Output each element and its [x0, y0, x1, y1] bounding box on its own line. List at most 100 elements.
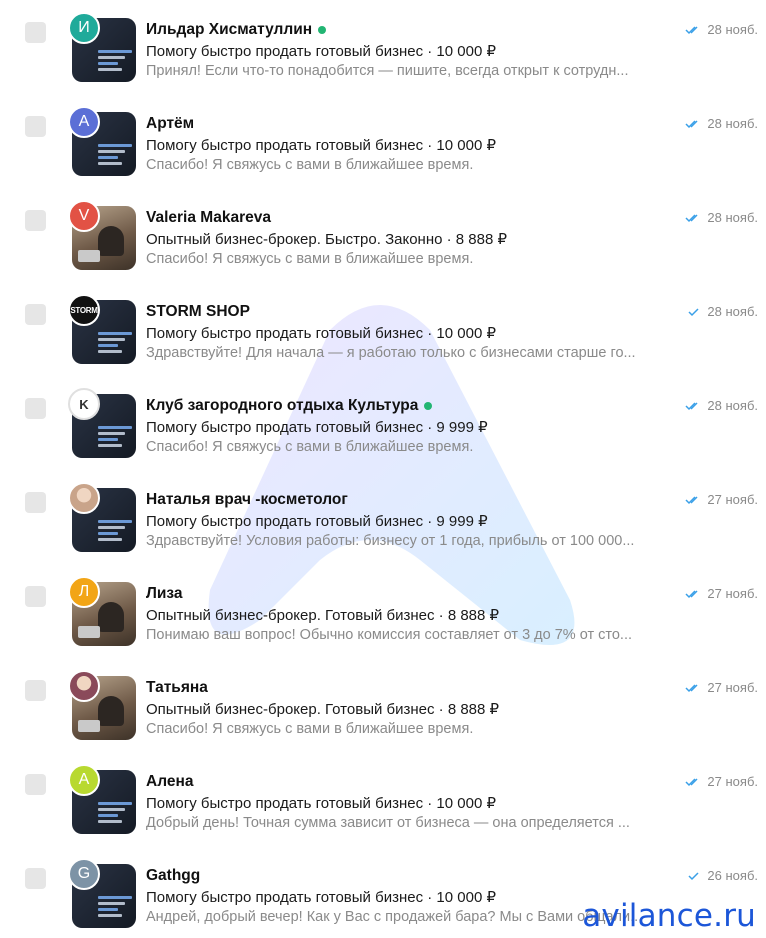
message-meta: 26 нояб. [685, 868, 758, 883]
message-meta: 27 нояб. [685, 680, 758, 695]
message-preview: Понимаю ваш вопрос! Обычно комиссия сост… [146, 627, 633, 643]
message-date: 28 нояб. [707, 398, 758, 413]
chat-row[interactable]: Наталья врач -косметолог Помогу быстро пр… [0, 470, 766, 564]
contact-name-text: STORM SHOP [146, 303, 250, 320]
message-preview: Здравствуйте! Для начала — я работаю тол… [146, 345, 636, 361]
avatar[interactable] [68, 670, 100, 702]
message-meta: 28 нояб. [685, 22, 758, 37]
contact-name-text: Ильдар Хисматуллин [146, 21, 313, 38]
listing-subject: Помогу быстро продать готовый бизнес · 1… [146, 43, 496, 60]
watermark-text: avilance.ru [582, 898, 756, 934]
contact-name-text: Артём [146, 115, 195, 132]
listing-subject: Помогу быстро продать готовый бизнес · 1… [146, 137, 496, 154]
contact-name[interactable]: Ильдар Хисматуллин [146, 21, 327, 39]
online-indicator [424, 402, 433, 410]
chat-row[interactable]: А Артём Помогу быстро продать готовый бизн… [0, 94, 766, 188]
chat-row[interactable]: K Клуб загородного отдыха Культура Помогу … [0, 376, 766, 470]
double-check-icon [685, 401, 698, 410]
chat-row[interactable]: STORM STORM SHOP Помогу быстро продать гот… [0, 282, 766, 376]
chat-row[interactable]: И Ильдар Хисматуллин Помогу быстро продать… [0, 0, 766, 94]
contact-name[interactable]: Valeria Makareva [146, 209, 271, 227]
message-meta: 28 нояб. [685, 210, 758, 225]
listing-subject: Помогу быстро продать готовый бизнес · 1… [146, 325, 496, 342]
check-icon [688, 307, 699, 316]
contact-name-text: Наталья врач -косметолог [146, 491, 348, 508]
select-checkbox[interactable] [25, 398, 46, 419]
avatar[interactable]: STORM [68, 294, 100, 326]
contact-name[interactable]: Артём [146, 115, 194, 133]
double-check-icon [685, 683, 698, 692]
avatar[interactable]: И [68, 12, 100, 44]
contact-name[interactable]: Наталья врач -косметолог [146, 491, 348, 509]
select-checkbox[interactable] [25, 22, 46, 43]
select-checkbox[interactable] [25, 304, 46, 325]
message-meta: 28 нояб. [685, 116, 758, 131]
chat-row[interactable]: V Valeria Makareva Опытный бизнес-брокер. … [0, 188, 766, 282]
contact-name-text: Gathgg [146, 867, 201, 884]
check-icon [688, 871, 699, 880]
listing-subject: Опытный бизнес-брокер. Готовый бизнес · … [146, 701, 500, 718]
message-meta: 27 нояб. [685, 492, 758, 507]
select-checkbox[interactable] [25, 210, 46, 231]
select-checkbox[interactable] [25, 492, 46, 513]
message-meta: 28 нояб. [685, 398, 758, 413]
message-preview: Принял! Если что-то понадобится — пишите… [146, 63, 629, 79]
message-date: 27 нояб. [707, 586, 758, 601]
message-preview: Спасибо! Я свяжусь с вами в ближайшее вр… [146, 157, 474, 173]
double-check-icon [685, 495, 698, 504]
contact-name-text: Лиза [146, 585, 183, 602]
contact-name[interactable]: Клуб загородного отдыха Культура [146, 397, 433, 415]
online-indicator [318, 26, 327, 34]
avatar[interactable]: K [68, 388, 100, 420]
listing-subject: Помогу быстро продать готовый бизнес · 1… [146, 889, 496, 906]
chat-row[interactable]: Татьяна Опытный бизнес-брокер. Готовый би… [0, 658, 766, 752]
message-date: 27 нояб. [707, 774, 758, 789]
contact-name[interactable]: STORM SHOP [146, 303, 250, 321]
select-checkbox[interactable] [25, 774, 46, 795]
contact-name[interactable]: Gathgg [146, 867, 200, 885]
double-check-icon [685, 589, 698, 598]
select-checkbox[interactable] [25, 868, 46, 889]
double-check-icon [685, 25, 698, 34]
avatar[interactable]: Л [68, 576, 100, 608]
message-preview: Добрый день! Точная сумма зависит от биз… [146, 815, 630, 831]
message-meta: 27 нояб. [685, 586, 758, 601]
message-preview: Здравствуйте! Условия работы: бизнесу от… [146, 533, 635, 549]
listing-subject: Помогу быстро продать готовый бизнес · 9… [146, 513, 488, 530]
message-date: 28 нояб. [707, 210, 758, 225]
listing-subject: Помогу быстро продать готовый бизнес · 9… [146, 419, 488, 436]
message-preview: Спасибо! Я свяжусь с вами в ближайшее вр… [146, 251, 474, 267]
select-checkbox[interactable] [25, 586, 46, 607]
contact-name[interactable]: Лиза [146, 585, 183, 603]
select-checkbox[interactable] [25, 680, 46, 701]
message-preview: Спасибо! Я свяжусь с вами в ближайшее вр… [146, 721, 474, 737]
listing-subject: Опытный бизнес-брокер. Быстро. Законно ·… [146, 231, 508, 248]
double-check-icon [685, 213, 698, 222]
contact-name[interactable]: Татьяна [146, 679, 208, 697]
contact-name-text: Клуб загородного отдыха Культура [146, 397, 419, 414]
contact-name-text: Татьяна [146, 679, 208, 696]
message-meta: 28 нояб. [685, 304, 758, 319]
chat-row[interactable]: А Алена Помогу быстро продать готовый бизн… [0, 752, 766, 846]
message-preview: Спасибо! Я свяжусь с вами в ближайшее вр… [146, 439, 474, 455]
message-date: 26 нояб. [707, 868, 758, 883]
avatar[interactable] [68, 482, 100, 514]
contact-name-text: Алена [146, 773, 194, 790]
message-date: 27 нояб. [707, 680, 758, 695]
avatar[interactable]: А [68, 106, 100, 138]
double-check-icon [685, 119, 698, 128]
message-date: 27 нояб. [707, 492, 758, 507]
double-check-icon [685, 777, 698, 786]
avatar[interactable]: V [68, 200, 100, 232]
contact-name[interactable]: Алена [146, 773, 193, 791]
message-date: 28 нояб. [707, 22, 758, 37]
chat-row[interactable]: Л Лиза Опытный бизнес-брокер. Готовый бизн… [0, 564, 766, 658]
select-checkbox[interactable] [25, 116, 46, 137]
avatar[interactable]: А [68, 764, 100, 796]
listing-subject: Опытный бизнес-брокер. Готовый бизнес · … [146, 607, 500, 624]
chat-list: И Ильдар Хисматуллин Помогу быстро продать… [0, 0, 766, 938]
message-meta: 27 нояб. [685, 774, 758, 789]
message-date: 28 нояб. [707, 116, 758, 131]
listing-subject: Помогу быстро продать готовый бизнес · 1… [146, 795, 496, 812]
avatar[interactable]: G [68, 858, 100, 890]
